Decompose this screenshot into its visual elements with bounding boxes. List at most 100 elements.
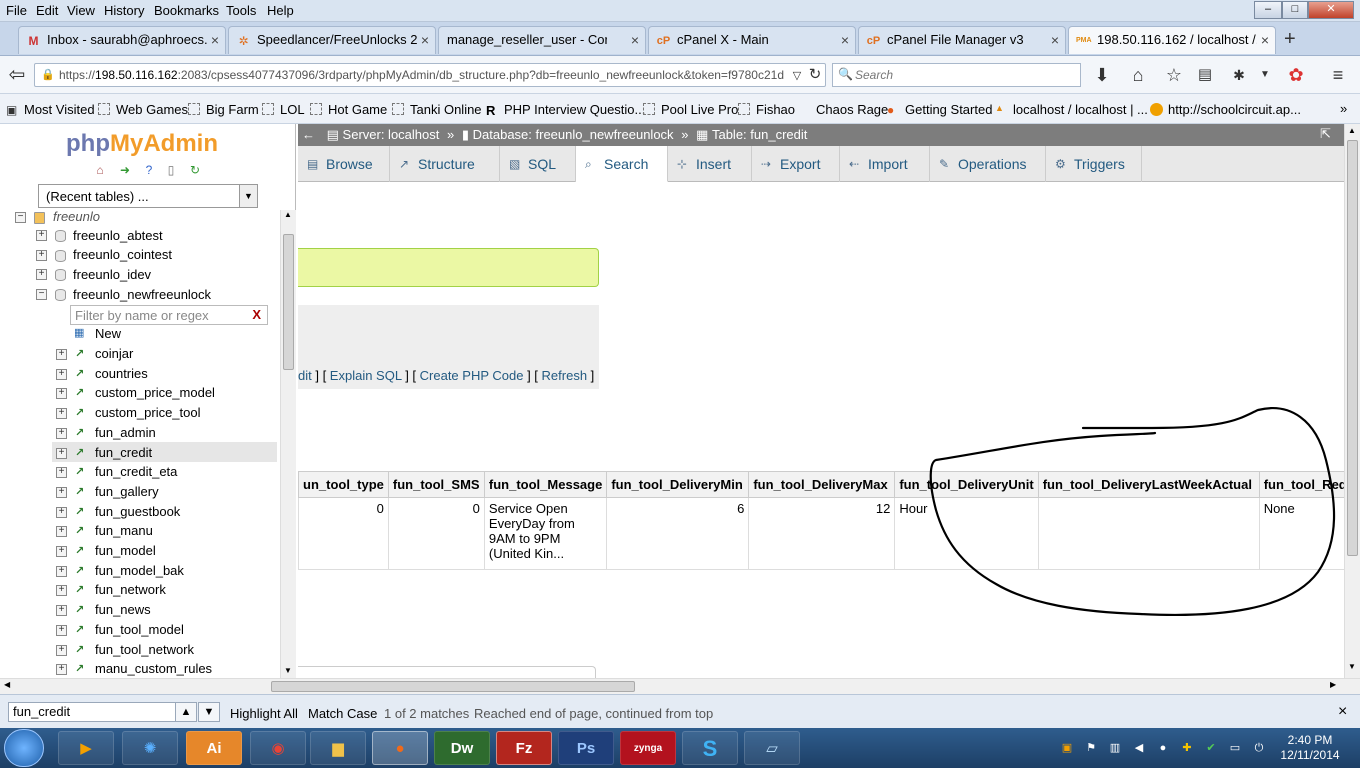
expand-icon[interactable]: + [56, 448, 67, 459]
bookmark-item[interactable]: Hot Game [310, 102, 387, 117]
column-header[interactable]: fun_tool_Message [483, 471, 608, 498]
expand-icon[interactable]: + [56, 605, 67, 616]
expand-icon[interactable]: + [56, 369, 67, 380]
tab-structure[interactable]: ↗ Structure [390, 146, 500, 182]
url-bar[interactable]: 🔒 https://198.50.116.162:2083/cpsess4077… [34, 63, 826, 87]
bookmark-item[interactable]: Web Games [98, 102, 188, 117]
table-structure-icon[interactable]: ↗ [75, 487, 89, 499]
table-structure-icon[interactable]: ↗ [75, 369, 89, 381]
table-structure-icon[interactable]: ↗ [75, 526, 89, 538]
menu-file[interactable]: File [6, 3, 27, 18]
expand-icon[interactable]: + [56, 467, 67, 478]
column-header[interactable]: fun_tool_DeliveryUnit [894, 471, 1039, 498]
start-button[interactable] [4, 729, 44, 767]
menu-edit[interactable]: Edit [36, 3, 58, 18]
downloads-icon[interactable]: ⬇ [1091, 64, 1113, 86]
tree-table[interactable]: custom_price_tool [95, 405, 201, 420]
close-tab-icon[interactable]: × [211, 32, 219, 48]
explain-sql-link[interactable]: Explain SQL [330, 368, 402, 383]
bookmarks-overflow-icon[interactable]: » [1340, 101, 1347, 116]
scrollbar-thumb[interactable] [271, 681, 635, 692]
scroll-right-icon[interactable]: ▶ [1330, 680, 1336, 689]
filezilla-icon[interactable]: Fz [496, 731, 552, 765]
dreamweaver-icon[interactable]: Dw [434, 731, 490, 765]
table-structure-icon[interactable]: ↗ [75, 349, 89, 361]
tree-table[interactable]: manu_custom_rules [95, 661, 212, 676]
refresh-link[interactable]: Refresh [542, 368, 588, 383]
illustrator-icon[interactable]: Ai [186, 731, 242, 765]
logout-icon[interactable]: ➜ [117, 162, 133, 178]
expand-icon[interactable]: + [56, 388, 67, 399]
reload-icon[interactable]: ↻ [804, 64, 826, 86]
scroll-left-icon[interactable]: ◀ [4, 680, 10, 689]
clear-filter-icon[interactable]: X [252, 307, 261, 322]
menu-history[interactable]: History [104, 3, 144, 18]
tab-export[interactable]: ⇢ Export [752, 146, 840, 182]
table-cell[interactable] [1037, 497, 1260, 570]
table-structure-icon[interactable]: ↗ [75, 585, 89, 597]
tab-search[interactable]: ⌕ Search [576, 146, 668, 182]
bookmark-item[interactable]: http://schoolcircuit.ap... [1150, 102, 1301, 117]
close-tab-icon[interactable]: × [1261, 32, 1269, 48]
bookmark-item[interactable]: Fishao [738, 102, 795, 117]
expand-icon[interactable]: + [56, 566, 67, 577]
bookmark-star-icon[interactable]: ☆ [1163, 64, 1185, 86]
expand-icon[interactable]: + [36, 250, 47, 261]
column-header[interactable]: un_tool_type [298, 471, 389, 498]
expand-icon[interactable]: + [56, 487, 67, 498]
tray-check-icon[interactable]: ✔ [1204, 741, 1218, 755]
addon-dropdown-icon[interactable]: ▼ [1254, 64, 1276, 86]
tab-phpmyadmin[interactable]: PMA 198.50.116.162 / localhost /... × [1068, 26, 1276, 54]
highlight-all-button[interactable]: Highlight All [230, 706, 298, 721]
expand-icon[interactable]: + [56, 408, 67, 419]
tree-table[interactable]: fun_credit_eta [95, 464, 177, 479]
minimize-button[interactable]: – [1254, 1, 1282, 19]
new-table-link[interactable]: New [95, 326, 121, 341]
tree-table[interactable]: countries [95, 366, 148, 381]
reload-icon[interactable]: ↻ [187, 162, 203, 178]
create-php-code-link[interactable]: Create PHP Code [420, 368, 524, 383]
table-structure-icon[interactable]: ↗ [75, 664, 89, 676]
bookmark-item[interactable]: R PHP Interview Questio... [486, 102, 645, 118]
table-structure-icon[interactable]: ↗ [75, 566, 89, 578]
tree-table[interactable]: fun_credit [95, 445, 152, 460]
media-player-icon[interactable]: ▶ [58, 731, 114, 765]
back-arrow-icon[interactable]: ← [302, 127, 315, 142]
collapse-up-icon[interactable]: ⇱ [1320, 126, 1331, 142]
find-previous-button[interactable]: ▲ [175, 702, 197, 722]
breadcrumb-server[interactable]: Server: localhost [343, 127, 440, 142]
expand-icon[interactable]: + [36, 230, 47, 241]
filter-tables-input[interactable]: Filter by name or regex X [70, 305, 268, 325]
table-cell[interactable]: None [1258, 497, 1352, 570]
tree-database[interactable]: freeunlo_cointest [73, 247, 172, 262]
tree-database[interactable]: freeunlo_abtest [73, 228, 163, 243]
scroll-up-icon[interactable]: ▲ [284, 210, 292, 219]
tray-chat-icon[interactable]: ● [1156, 741, 1170, 755]
menu-bookmarks[interactable]: Bookmarks [154, 3, 219, 18]
tab-speedlancer[interactable]: ✲ Speedlancer/FreeUnlocks 2... × [228, 26, 436, 54]
tree-table[interactable]: fun_admin [95, 425, 156, 440]
tree-table[interactable]: fun_tool_network [95, 642, 194, 657]
bookmark-item[interactable]: LOL [262, 102, 305, 117]
photoshop-icon[interactable]: Ps [558, 731, 614, 765]
tab-insert[interactable]: ⊹ Insert [668, 146, 752, 182]
hamburger-menu-icon[interactable]: ≡ [1327, 64, 1349, 86]
expand-icon[interactable]: + [56, 428, 67, 439]
addon-icon[interactable]: ✱ [1228, 64, 1250, 86]
collapse-icon[interactable]: − [36, 289, 47, 300]
tray-monitor-icon[interactable]: ▭ [1228, 741, 1242, 755]
column-header[interactable]: fun_tool_DeliveryMax [748, 471, 896, 498]
scrollbar-thumb[interactable] [1347, 140, 1358, 556]
table-structure-icon[interactable]: ↗ [75, 605, 89, 617]
expand-icon[interactable]: + [56, 645, 67, 656]
horizontal-scrollbar[interactable]: ◀ ▶ [0, 678, 1360, 694]
tree-table[interactable]: coinjar [95, 346, 133, 361]
breadcrumb-database[interactable]: Database: freeunlo_newfreeunlock [473, 127, 674, 142]
expand-icon[interactable]: + [56, 664, 67, 675]
chrome-icon[interactable]: ◉ [250, 731, 306, 765]
close-window-button[interactable]: ✕ [1308, 1, 1354, 19]
bookmark-item[interactable]: ● Getting Started [887, 102, 992, 117]
bookmarks-menu-icon[interactable]: ▤ [1194, 64, 1216, 86]
volume-icon[interactable]: ◀ [1132, 741, 1146, 755]
search-input[interactable]: 🔍 Search [832, 63, 1081, 87]
